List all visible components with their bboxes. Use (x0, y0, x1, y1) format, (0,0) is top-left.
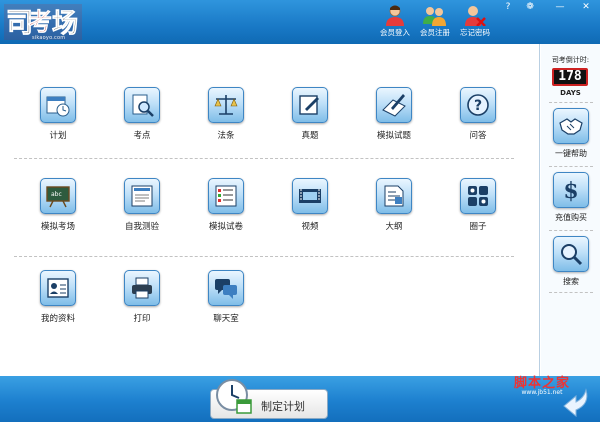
tile-label: 问答 (469, 131, 487, 141)
tile-outline[interactable]: 大纲 (364, 178, 424, 232)
pen-paper-icon (376, 87, 412, 123)
question-icon: ? (460, 87, 496, 123)
tile-circle[interactable]: 圈子 (448, 178, 508, 232)
tile-my-profile[interactable]: 我的资料 (28, 270, 88, 324)
tile-label: 大纲 (385, 222, 403, 232)
tile-label: 计划 (49, 131, 67, 141)
tile-label: 我的资料 (40, 314, 75, 324)
back-arrow-icon[interactable] (556, 386, 592, 418)
tile-label: 视频 (301, 222, 319, 232)
function-panel: 计划 考点 法条 真题 模拟试题 ? 问答 abc 模拟考场 自我测验 模拟试卷… (0, 44, 540, 376)
svg-text:考: 考 (28, 7, 52, 36)
checklist-icon (208, 178, 244, 214)
forgot-password-button[interactable]: 忘记密码 (454, 4, 496, 42)
edit-note-icon (292, 87, 328, 123)
scales-icon (208, 87, 244, 123)
make-plan-label: 制定计划 (261, 400, 305, 413)
close-button[interactable]: ✕ (574, 0, 598, 14)
tile-label: 打印 (133, 314, 151, 324)
outline-document-icon (376, 178, 412, 214)
blackboard-icon: abc (40, 178, 76, 214)
tile-mock-papers[interactable]: 模拟试卷 (196, 178, 256, 232)
calendar-clock-icon (40, 87, 76, 123)
tile-video[interactable]: 视频 (280, 178, 340, 232)
tile-label: 圈子 (469, 222, 487, 232)
help-window-button[interactable]: ? (496, 0, 520, 14)
sidebar-divider (549, 102, 593, 103)
tile-chat-room[interactable]: 聊天室 (196, 270, 256, 324)
tile-qa[interactable]: ? 问答 (448, 87, 508, 141)
tile-law-articles[interactable]: 法条 (196, 87, 256, 141)
clock-calendar-icon (216, 379, 252, 414)
tile-label: 聊天室 (213, 314, 239, 324)
login-label: 会员登入 (380, 28, 410, 37)
tile-label: 真题 (301, 131, 319, 141)
logo-url: sikaoyo.com (32, 35, 66, 41)
tile-label: 模拟试卷 (208, 222, 243, 232)
tile-real-exam[interactable]: 真题 (280, 87, 340, 141)
film-icon (292, 178, 328, 214)
svg-text:?: ? (474, 98, 482, 114)
dollar-icon: $ (553, 172, 589, 208)
tile-label: 考点 (133, 131, 151, 141)
countdown-unit: DAYS (560, 89, 581, 97)
tile-mock-exam-room[interactable]: abc 模拟考场 (28, 178, 88, 232)
tile-plan[interactable]: 计划 (28, 87, 88, 141)
header-bar: 司 考 场 sikaoyo.com 会员登入 会员注册 忘记密码 ? ❁ — ✕ (0, 0, 600, 44)
row-divider (14, 256, 514, 257)
register-button[interactable]: 会员注册 (414, 4, 456, 42)
make-plan-button[interactable]: 制定计划 (210, 379, 328, 419)
svg-text:$: $ (563, 178, 578, 203)
magnifier-document-icon (124, 87, 160, 123)
test-paper-icon (124, 178, 160, 214)
tile-label: 自我测验 (124, 222, 159, 232)
svg-text:abc: abc (51, 191, 62, 198)
tile-label: 法条 (217, 131, 235, 141)
handshake-icon (553, 108, 589, 144)
row-divider (14, 158, 514, 159)
app-logo: 司 考 场 sikaoyo.com (4, 2, 84, 42)
recharge-purchase-button[interactable]: $ 充值购买 (551, 172, 591, 223)
login-button[interactable]: 会员登入 (374, 4, 416, 42)
sidebar-divider (549, 230, 593, 231)
minimize-button[interactable]: — (548, 0, 572, 14)
sidebar-button-label: 一键帮助 (555, 149, 587, 158)
one-click-help-button[interactable]: 一键帮助 (551, 108, 591, 159)
settings-window-button[interactable]: ❁ (518, 0, 542, 14)
search-button[interactable]: 搜索 (551, 236, 591, 287)
sidebar-button-label: 充值购买 (555, 213, 587, 222)
chat-icon (208, 270, 244, 306)
countdown-title: 司考倒计时: (551, 56, 590, 64)
user-register-icon (423, 7, 446, 26)
sidebar-divider (549, 166, 593, 167)
sidebar-button-label: 搜索 (563, 277, 579, 286)
tile-exam-points[interactable]: 考点 (112, 87, 172, 141)
tile-mock-questions[interactable]: 模拟试题 (364, 87, 424, 141)
search-icon (553, 236, 589, 272)
user-login-icon (386, 5, 404, 26)
tile-print[interactable]: 打印 (112, 270, 172, 324)
printer-icon (124, 270, 160, 306)
profile-card-icon (40, 270, 76, 306)
grid-circle-icon (460, 178, 496, 214)
tile-self-test[interactable]: 自我测验 (112, 178, 172, 232)
register-label: 会员注册 (420, 28, 450, 37)
tile-label: 模拟试题 (376, 131, 411, 141)
forgot-password-icon (465, 6, 486, 26)
countdown-value: 178 (552, 68, 588, 86)
right-sidebar: 司考倒计时: 178 DAYS 一键帮助 $ 充值购买 搜索 (541, 44, 600, 376)
tile-label: 模拟考场 (40, 222, 75, 232)
sidebar-divider (549, 292, 593, 293)
forgot-password-label: 忘记密码 (460, 28, 490, 37)
